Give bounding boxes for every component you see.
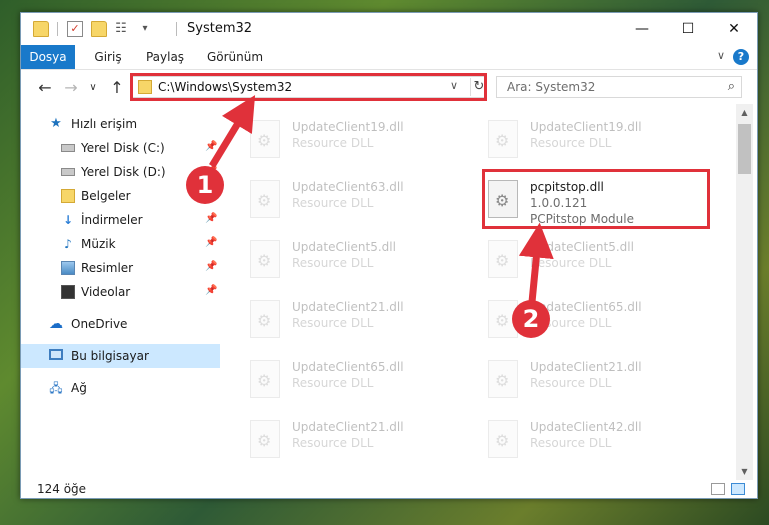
annotation-arrows <box>209 95 554 303</box>
arrow-to-file <box>518 222 554 303</box>
arrow-to-address-bar <box>209 95 256 168</box>
step-1-badge: 1 <box>186 166 224 204</box>
step-2-badge: 2 <box>512 300 550 338</box>
